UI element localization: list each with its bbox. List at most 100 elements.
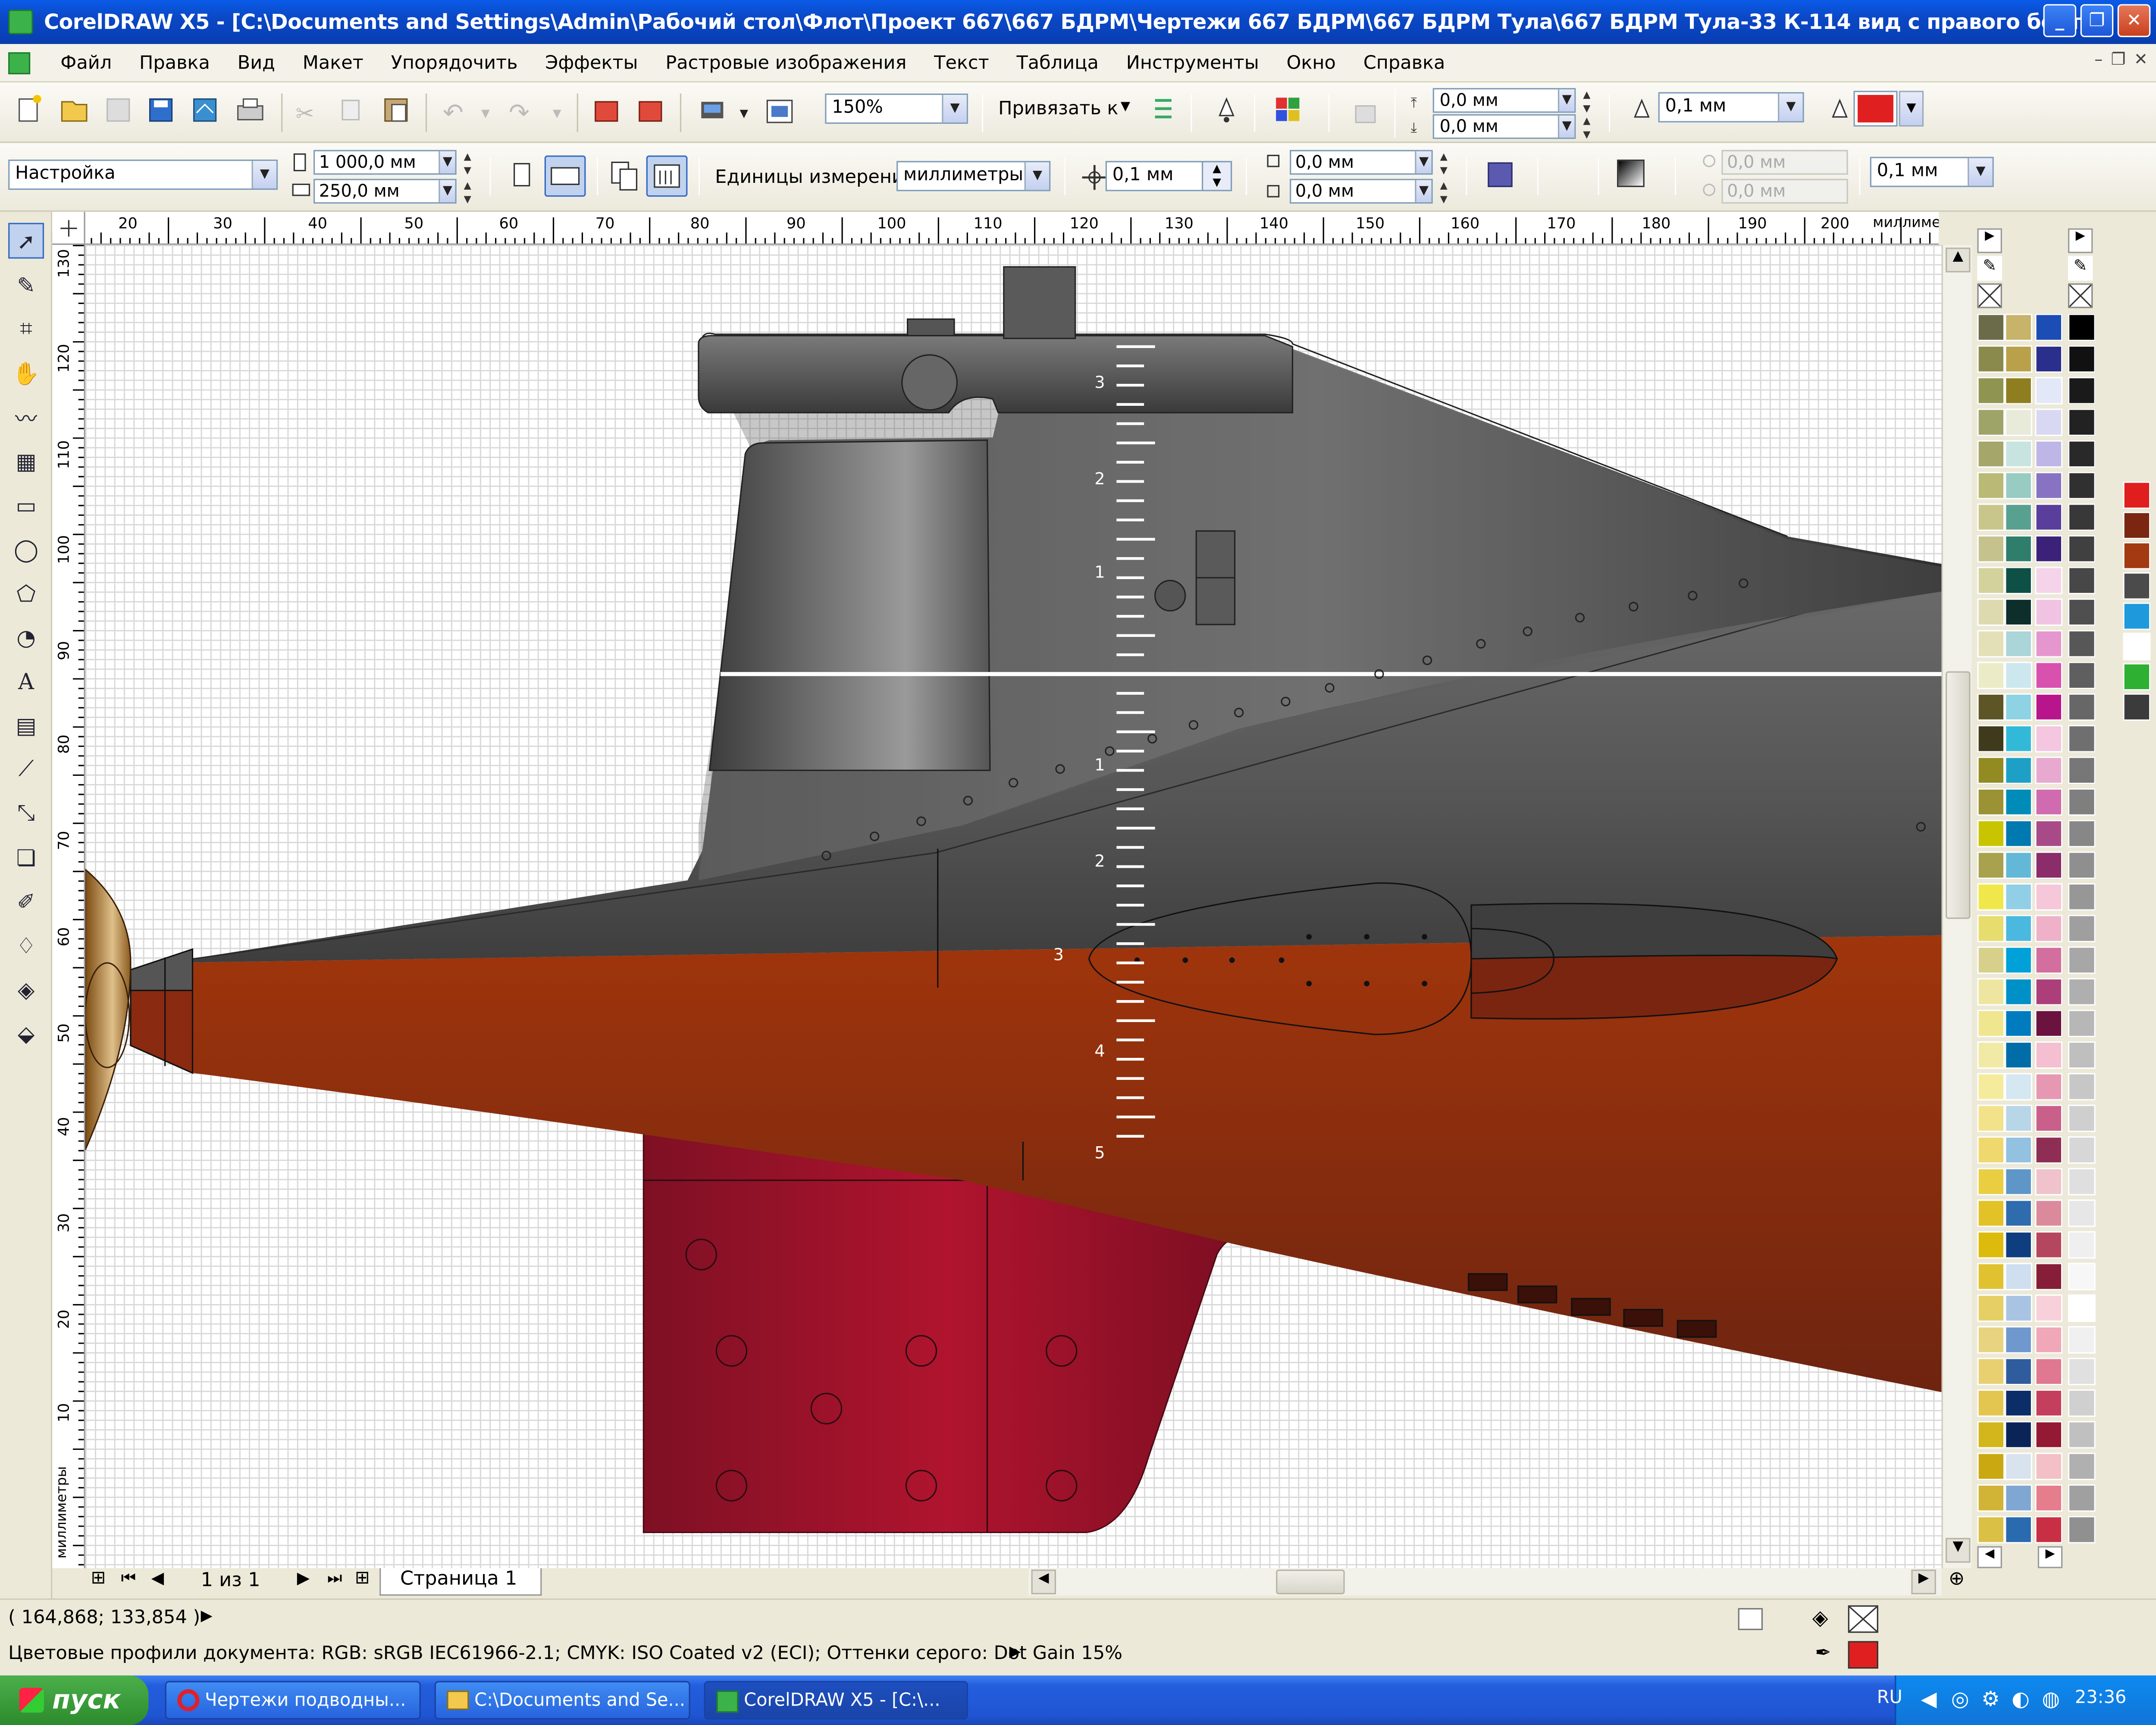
palette-swatch[interactable] xyxy=(2068,725,2096,753)
open-folder-icon[interactable] xyxy=(61,101,88,122)
palette-swatch[interactable] xyxy=(2068,535,2096,563)
palette-swatch[interactable] xyxy=(2035,662,2063,690)
horizontal-scroll-thumb[interactable] xyxy=(1276,1569,1345,1594)
palette-swatch[interactable] xyxy=(1977,1231,2005,1259)
color-profiles-expand-icon[interactable]: ▶ xyxy=(1009,1643,1021,1660)
outline-color-picker[interactable] xyxy=(1853,91,1898,127)
palette-swatch[interactable] xyxy=(1977,377,2005,405)
snap-to-dropdown-icon[interactable]: ▼ xyxy=(1121,100,1130,114)
palette-eyedropper-icon[interactable]: ✎ xyxy=(1977,256,2002,281)
palette-swatch[interactable] xyxy=(2035,472,2063,499)
current-page-button[interactable] xyxy=(646,155,688,197)
maximize-button[interactable]: ❐ xyxy=(2080,4,2114,38)
palette-swatch[interactable] xyxy=(2005,978,2033,1006)
document-icon[interactable] xyxy=(8,51,31,74)
palette-swatch[interactable] xyxy=(2035,1041,2063,1069)
palette-swatch[interactable] xyxy=(2068,1389,2096,1417)
palette-swatch[interactable] xyxy=(2035,1294,2063,1322)
palette-swatch[interactable] xyxy=(2068,820,2096,847)
drawing-canvas[interactable]: 3 2 1 1 2 3 4 5 xyxy=(85,245,1942,1568)
palette-swatch[interactable] xyxy=(2005,1104,2033,1132)
menu-edit[interactable]: Правка xyxy=(125,52,224,74)
add-page-after-icon[interactable]: ⊞ xyxy=(355,1568,370,1589)
palette-swatch[interactable] xyxy=(1977,883,2005,911)
palette-swatch[interactable] xyxy=(2068,662,2096,690)
horizontal-scrollbar[interactable]: ◀ ▶ xyxy=(1028,1568,1942,1596)
palette-swatch[interactable] xyxy=(2068,1452,2096,1480)
palette-swatch[interactable] xyxy=(2035,1389,2063,1417)
palette-swatch[interactable] xyxy=(2068,788,2096,816)
palette-swatch[interactable] xyxy=(2005,1263,2033,1291)
smart-fill-icon[interactable]: ▦ xyxy=(8,443,44,479)
palette-swatch[interactable] xyxy=(2123,633,2151,661)
palette-swatch[interactable] xyxy=(2068,472,2096,499)
nudge-distance-field[interactable]: 0,1 мм xyxy=(1105,161,1205,191)
palette-swatch[interactable] xyxy=(2068,915,2096,943)
last-page-icon[interactable]: ⏭ xyxy=(327,1568,342,1589)
page-preset-combo[interactable]: Настройка ▼ xyxy=(8,160,278,190)
previous-page-icon[interactable]: ◀ xyxy=(151,1568,164,1587)
palette-swatch[interactable] xyxy=(2005,1010,2033,1038)
palette-swatch[interactable] xyxy=(1977,1104,2005,1132)
menu-table[interactable]: Таблица xyxy=(1003,52,1112,74)
palette-swatch[interactable] xyxy=(2005,725,2033,753)
palette-swatch[interactable] xyxy=(2005,915,2033,943)
palette-swatch[interactable] xyxy=(2005,1231,2033,1259)
palette-swatch[interactable] xyxy=(2035,1136,2063,1164)
palette-swatch[interactable] xyxy=(2035,1326,2063,1354)
palette-swatch[interactable] xyxy=(2068,1010,2096,1038)
palette-swatch[interactable] xyxy=(1977,662,2005,690)
palette-swatch[interactable] xyxy=(2123,511,2151,539)
ellipse-tool-icon[interactable]: ◯ xyxy=(8,531,44,567)
palette-swatch[interactable] xyxy=(1977,1294,2005,1322)
property-outline-chevron-icon[interactable]: ▼ xyxy=(1968,158,1993,186)
palette-swatch[interactable] xyxy=(2005,1041,2033,1069)
horizontal-ruler[interactable]: 20 30 40 50 60 70 80 90 100 110 120 130 … xyxy=(52,212,1939,245)
property-outline-combo[interactable]: 0,1 мм ▼ xyxy=(1870,157,1994,187)
zoom-navigator-icon[interactable]: ⊕ xyxy=(1942,1568,1972,1596)
palette-swatch[interactable] xyxy=(2068,377,2096,405)
taskbar-item-explorer[interactable]: C:\Documents and Se... xyxy=(434,1681,690,1720)
palette-swatch[interactable] xyxy=(2035,314,2063,342)
palette-swatch[interactable] xyxy=(2123,602,2151,630)
palette-swatch[interactable] xyxy=(1977,314,2005,342)
outline-width-chevron-icon[interactable]: ▼ xyxy=(1778,93,1803,121)
units-chevron-icon[interactable]: ▼ xyxy=(1024,162,1050,190)
palette-swatch[interactable] xyxy=(1977,1263,2005,1291)
palette-swatch[interactable] xyxy=(2035,883,2063,911)
text-tool-icon[interactable]: A xyxy=(8,663,44,699)
palette-swatch[interactable] xyxy=(2068,1358,2096,1386)
status-outline-color-swatch[interactable] xyxy=(1848,1641,1878,1669)
palette-scroll-up-icon[interactable]: ▶ xyxy=(1977,228,2002,253)
palette-swatch[interactable] xyxy=(2035,345,2063,373)
palette-swatch[interactable] xyxy=(1977,503,2005,531)
doc-minimize-icon[interactable]: – xyxy=(2094,50,2103,69)
palette-swatch[interactable] xyxy=(2123,693,2151,721)
palette-swatch[interactable] xyxy=(2005,440,2033,468)
palette-swatch[interactable] xyxy=(2005,630,2033,658)
palette-swatch[interactable] xyxy=(1977,693,2005,721)
palette-swatch[interactable] xyxy=(2035,1421,2063,1449)
position-y-field[interactable]: 0,0 мм ▼ xyxy=(1432,114,1576,139)
palette-swatch[interactable] xyxy=(1977,1010,2005,1038)
duplicate-x-spinner[interactable]: ▲ ▼ xyxy=(1435,150,1452,178)
palette-swatch[interactable] xyxy=(2123,481,2151,509)
position-x-spinner[interactable]: ▲ ▼ xyxy=(1579,88,1595,116)
palette-swatch[interactable] xyxy=(2035,1073,2063,1101)
palette-swatch[interactable] xyxy=(2035,725,2063,753)
rectangle-tool-icon[interactable]: ▭ xyxy=(8,487,44,523)
add-page-before-icon[interactable]: ⊞ xyxy=(91,1568,106,1589)
palette-swatch[interactable] xyxy=(1977,598,2005,626)
application-launcher-icon[interactable]: ▼ xyxy=(701,102,749,120)
palette-swatch[interactable] xyxy=(2005,662,2033,690)
palette-swatch[interactable] xyxy=(2005,1168,2033,1195)
export-icon[interactable] xyxy=(639,101,662,122)
palette-swatch[interactable] xyxy=(2035,535,2063,563)
all-pages-icon[interactable] xyxy=(608,158,643,194)
palette-swatch[interactable] xyxy=(1977,756,2005,784)
palette-swatch[interactable] xyxy=(2035,1168,2063,1195)
palette-swatch[interactable] xyxy=(2068,1326,2096,1354)
palette-swatch[interactable] xyxy=(1977,1136,2005,1164)
fill-tool-icon[interactable]: ◈ xyxy=(8,971,44,1007)
palette-swatch[interactable] xyxy=(2068,440,2096,468)
